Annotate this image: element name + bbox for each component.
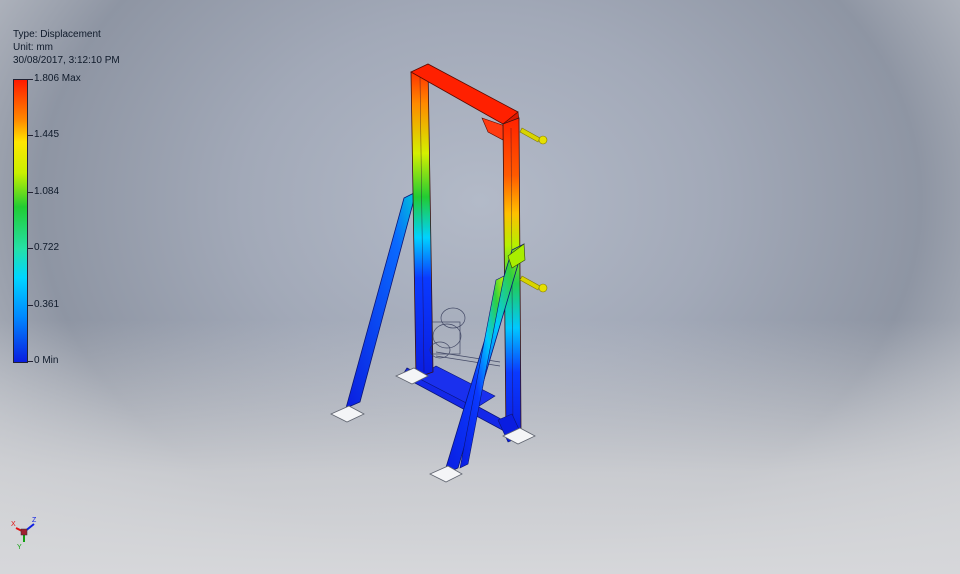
load-arrows <box>519 127 548 293</box>
view-triad[interactable]: X Y Z <box>10 512 50 552</box>
triad-x-label: X <box>11 521 16 528</box>
displacement-frame-model[interactable] <box>0 0 960 574</box>
triad-origin-cube <box>20 528 28 536</box>
graphics-viewport[interactable]: Type: Displacement Unit: mm 30/08/2017, … <box>0 0 960 574</box>
triad-y-label: Y <box>17 544 22 551</box>
front-diagonal <box>459 275 505 469</box>
triad-z-label: Z <box>32 517 37 524</box>
